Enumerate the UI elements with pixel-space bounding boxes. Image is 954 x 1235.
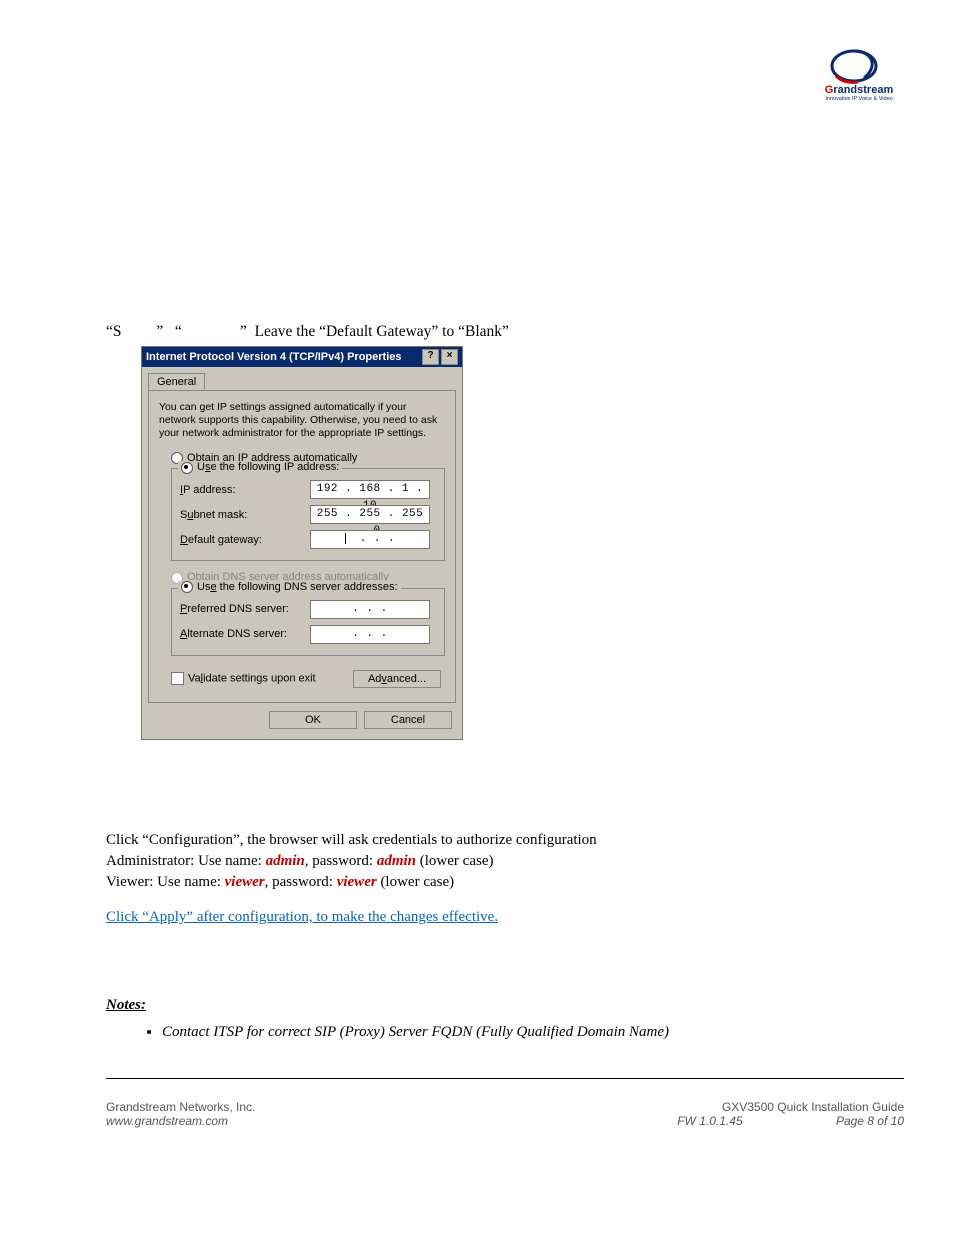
dialog-title: Internet Protocol Version 4 (TCP/IPv4) P… — [146, 351, 420, 363]
footer-divider — [106, 1078, 904, 1079]
info-text: You can get IP settings assigned automat… — [159, 401, 445, 440]
cancel-button[interactable]: Cancel — [364, 711, 452, 729]
dialog-titlebar: Internet Protocol Version 4 (TCP/IPv4) P… — [142, 347, 462, 367]
viewer-username: viewer — [225, 874, 265, 890]
radio-selected-icon — [181, 581, 193, 593]
close-button[interactable]: × — [441, 349, 458, 365]
viewer-password: viewer — [337, 874, 377, 890]
brand-logo: Grandstream Innovative IP Voice & Video — [814, 48, 904, 102]
advanced-button[interactable]: Advanced... — [353, 670, 441, 688]
footer-fw-version: FW 1.0.1.45 — [677, 1114, 742, 1128]
subnet-mask-input[interactable]: 255 . 255 . 255 . 0 — [310, 505, 430, 524]
subnet-mask-label: Subnet mask: — [180, 509, 310, 521]
dns-group: Use the following DNS server addresses: … — [171, 588, 445, 656]
help-button[interactable]: ? — [422, 349, 439, 365]
page-footer: Grandstream Networks, Inc. www.grandstre… — [106, 1100, 904, 1128]
logo-mark-icon — [824, 48, 894, 86]
ip-group: Use the following IP address: IP address… — [171, 468, 445, 561]
admin-username: admin — [266, 853, 305, 869]
footer-company: Grandstream Networks, Inc. — [106, 1100, 677, 1114]
tab-general[interactable]: General — [148, 373, 205, 390]
ipv4-properties-dialog: Internet Protocol Version 4 (TCP/IPv4) P… — [141, 346, 463, 740]
config-instruction: Click “Configuration”, the browser will … — [106, 830, 846, 851]
alternate-dns-label: Alternate DNS server: — [180, 628, 310, 640]
validate-label: Validate settings upon exit — [188, 672, 316, 684]
footer-url: www.grandstream.com — [106, 1114, 677, 1128]
notes-heading: Notes: — [106, 995, 846, 1016]
default-gateway-input[interactable]: . . . — [310, 530, 430, 549]
preferred-dns-input[interactable]: . . . — [310, 600, 430, 619]
admin-password: admin — [377, 853, 416, 869]
tab-panel: You can get IP settings assigned automat… — [148, 390, 456, 703]
default-gateway-label: Default gateway: — [180, 534, 310, 546]
logo-tagline: Innovative IP Voice & Video — [814, 96, 904, 102]
dialog-buttons: OK Cancel — [142, 703, 462, 739]
credentials-paragraph: Click “Configuration”, the browser will … — [106, 830, 846, 928]
preferred-dns-label: Preferred DNS server: — [180, 603, 310, 615]
note-bullet-1: Contact ITSP for correct SIP (Proxy) Ser… — [162, 1022, 846, 1043]
instruction-line-1: “S ” “ ” Leave the “Default Gateway” to … — [106, 322, 856, 343]
alternate-dns-input[interactable]: . . . — [310, 625, 430, 644]
notes-block: Notes: Contact ITSP for correct SIP (Pro… — [106, 995, 846, 1043]
ip-address-input[interactable]: 192 . 168 . 1 . 10 — [310, 480, 430, 499]
footer-doc-title: GXV3500 Quick Installation Guide — [677, 1100, 904, 1114]
radio-selected-icon — [181, 462, 193, 474]
apply-instruction-link[interactable]: Click “Apply” after configuration, to ma… — [106, 907, 846, 928]
ok-button[interactable]: OK — [269, 711, 357, 729]
logo-wordmark: Grandstream — [814, 84, 904, 96]
validate-checkbox[interactable] — [171, 672, 184, 685]
radio-use-ip[interactable]: Use the following IP address: — [178, 461, 342, 473]
radio-use-dns[interactable]: Use the following DNS server addresses: — [178, 581, 401, 593]
ip-address-label: IP address: — [180, 484, 310, 496]
footer-page-number: Page 8 of 10 — [836, 1114, 904, 1128]
